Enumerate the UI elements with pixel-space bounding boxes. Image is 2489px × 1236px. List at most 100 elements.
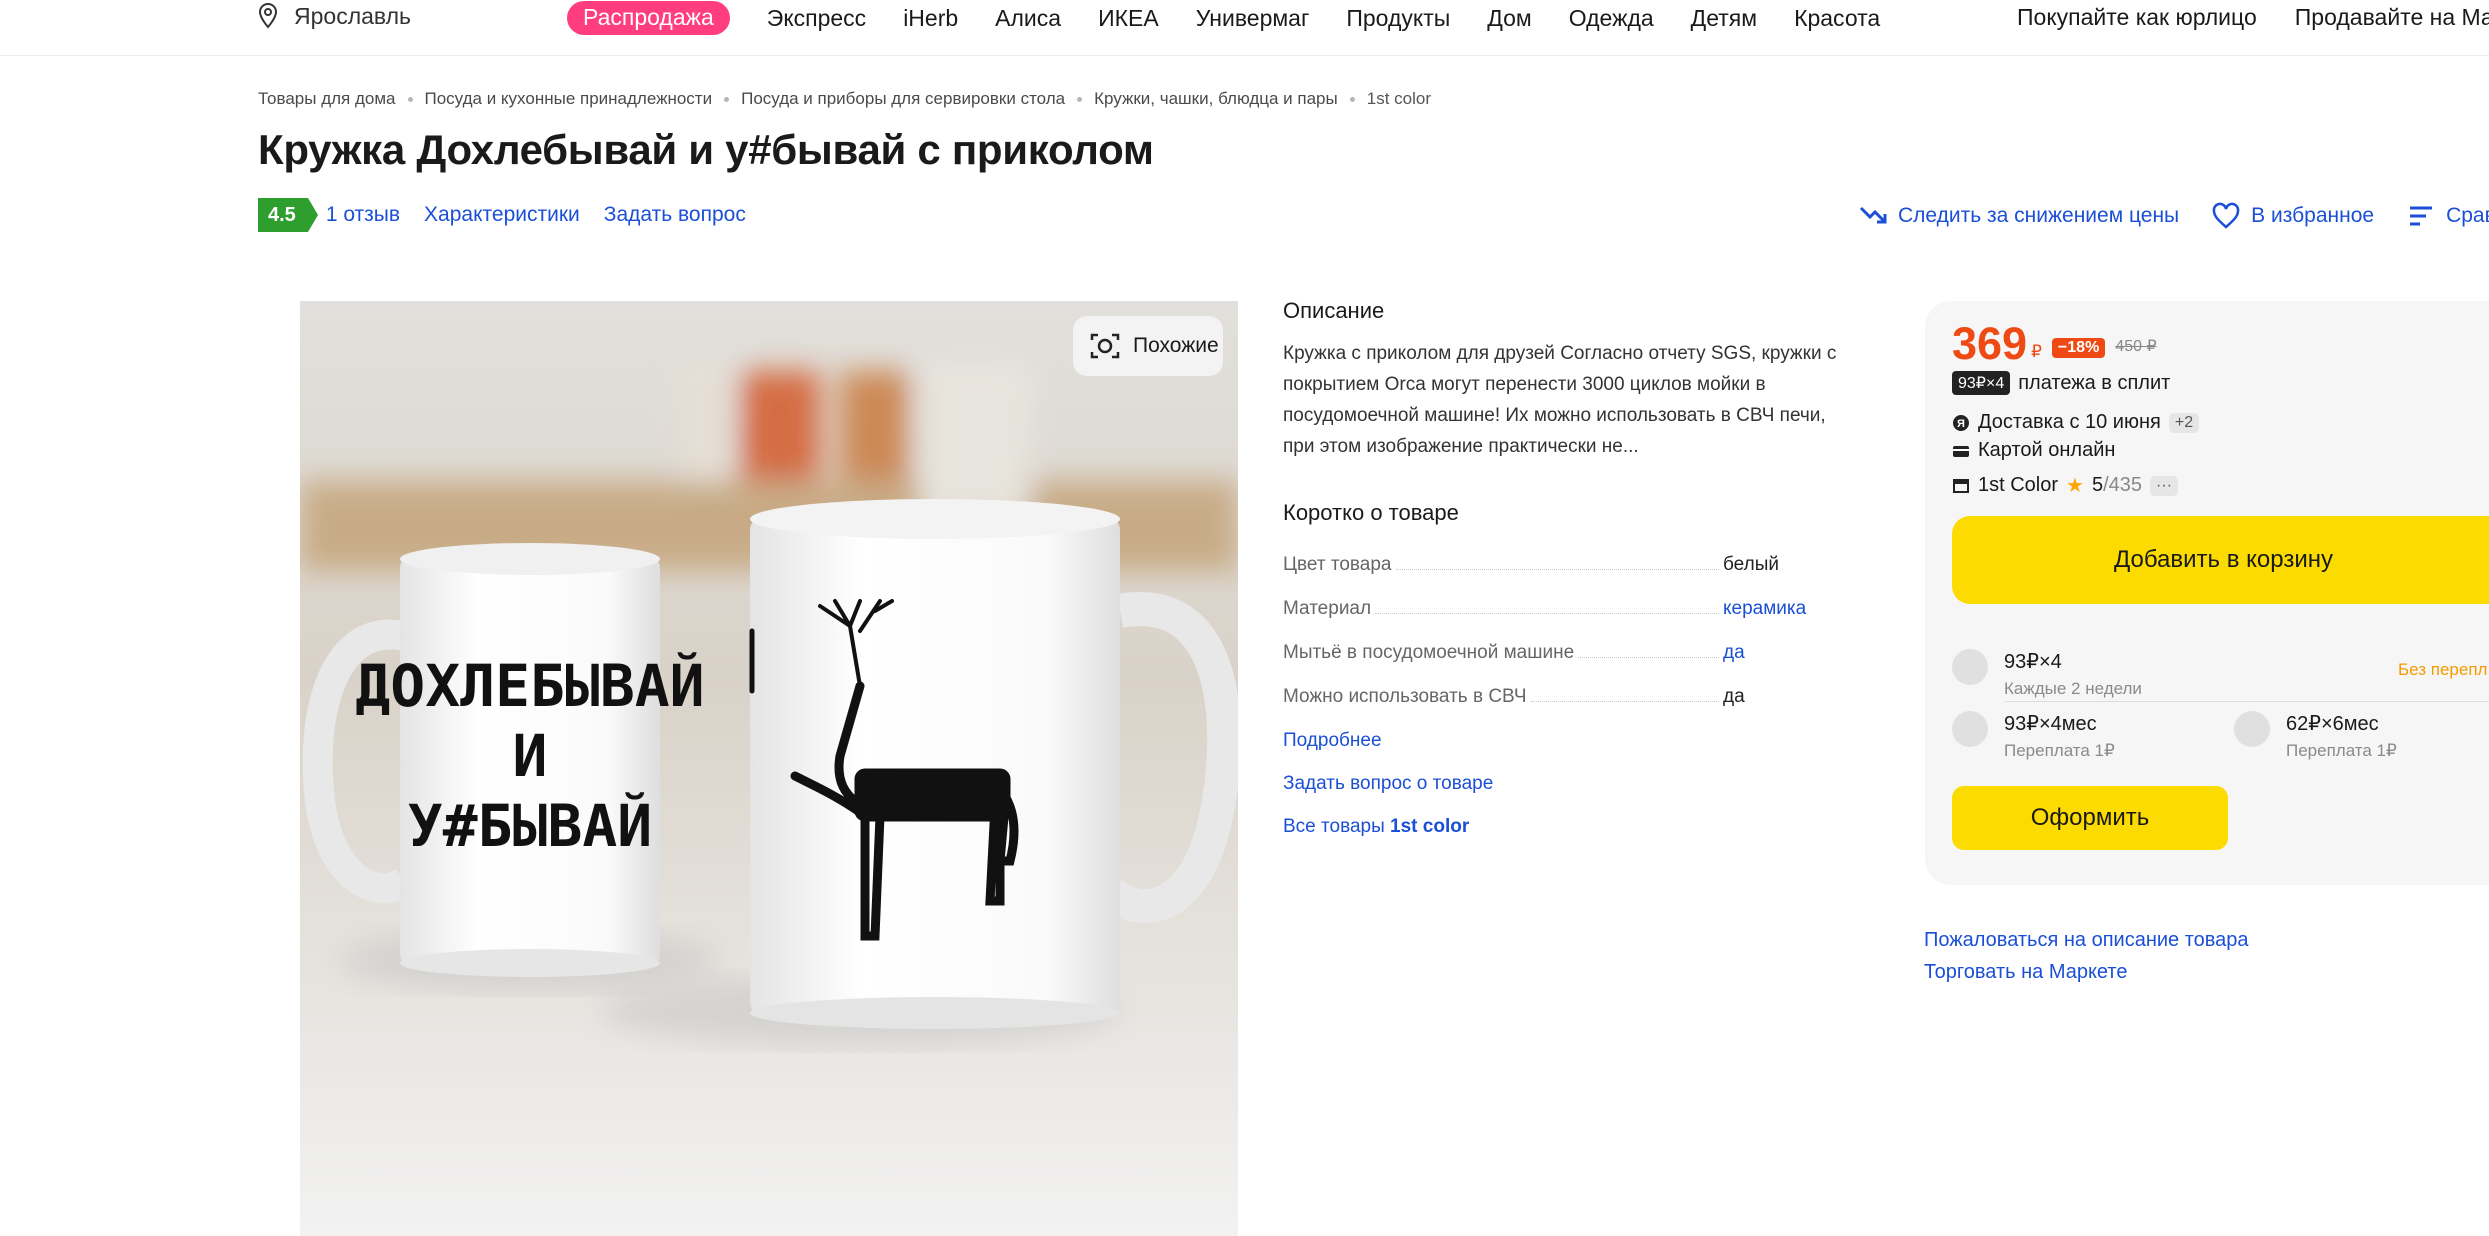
spec-leader xyxy=(1375,613,1719,614)
spec-leader xyxy=(1578,657,1719,658)
svg-text:Я: Я xyxy=(1957,418,1965,430)
no-overpayment-label: Без перепл xyxy=(2398,660,2488,679)
breadcrumb-item[interactable]: Посуда и приборы для сервировки стола xyxy=(741,89,1065,109)
nav-item-products[interactable]: Продукты xyxy=(1346,5,1450,32)
all-products-prefix: Все товары xyxy=(1283,816,1391,837)
similar-button[interactable]: Похожие xyxy=(1073,316,1223,376)
nav-item-home[interactable]: Дом xyxy=(1487,5,1531,32)
checkout-button[interactable]: Оформить xyxy=(1952,786,2228,850)
compare-icon xyxy=(2410,206,2433,226)
plan-subtitle: Переплата 1₽ xyxy=(2286,741,2397,760)
price-block: 369 ₽ −18% 450 ₽ xyxy=(1952,321,2157,366)
delivery-more-badge[interactable]: +2 xyxy=(2168,412,2200,433)
nav-item-beauty[interactable]: Красота xyxy=(1794,5,1880,32)
star-icon: ★ xyxy=(2066,475,2084,497)
specs-link[interactable]: Характеристики xyxy=(424,203,580,227)
reviews-link[interactable]: 1 отзыв xyxy=(326,203,400,227)
spec-key: Мытьё в посудомоечной машине xyxy=(1283,642,1579,664)
split-payment-info[interactable]: 93₽×4 платежа в сплит xyxy=(1952,371,2170,395)
mug-text-line-1: ДОХЛЕБЫВАЙ xyxy=(355,651,704,720)
split-plan-6-months[interactable]: 62₽×6мес Переплата 1₽ xyxy=(2234,711,2397,761)
nav-item-alice[interactable]: Алиса xyxy=(995,5,1061,32)
spec-leader xyxy=(1530,701,1719,702)
favorite-button[interactable]: В избранное xyxy=(2211,202,2374,230)
add-to-cart-button[interactable]: Добавить в корзину xyxy=(1952,516,2489,604)
plan-divider xyxy=(2005,701,2489,702)
location-selector[interactable]: Ярославль xyxy=(256,2,411,30)
plan-radio[interactable] xyxy=(1952,649,1988,685)
shop-review-count: /435 xyxy=(2103,474,2143,496)
breadcrumb-item[interactable]: Посуда и кухонные принадлежности xyxy=(425,89,713,109)
rating-badge[interactable]: 4.5 xyxy=(258,198,318,232)
yandex-logo-icon: Я xyxy=(1953,414,1969,431)
spec-value-link[interactable]: да xyxy=(1719,642,1823,664)
ask-question-link[interactable]: Задать вопрос xyxy=(604,203,746,227)
shop-name: 1st Color xyxy=(1978,474,2059,496)
nav-item-univermag[interactable]: Универмаг xyxy=(1196,5,1310,32)
description-section: Описание Кружка с приколом для друзей Со… xyxy=(1283,298,1843,462)
nav-right-links: Покупайте как юрлицо Продавайте на Мар xyxy=(2017,4,2489,31)
nav-item-ikea[interactable]: ИКЕА xyxy=(1098,5,1159,32)
spec-row-dishwasher: Мытьё в посудомоечной машине да xyxy=(1283,620,1823,664)
heart-icon xyxy=(2212,202,2240,229)
compare-label: Срав xyxy=(2446,204,2489,227)
split-plan-4-months[interactable]: 93₽×4мес Переплата 1₽ xyxy=(1952,711,2115,761)
bottom-links: Пожаловаться на описание товара Торговат… xyxy=(1924,924,2249,988)
breadcrumb-item[interactable]: 1st color xyxy=(1367,89,1431,109)
plan-subtitle: Переплата 1₽ xyxy=(2004,741,2115,760)
ask-about-product-link[interactable]: Задать вопрос о товаре xyxy=(1283,773,1823,816)
delivery-info[interactable]: Я Доставка с 10 июня +2 xyxy=(1952,411,2200,434)
spec-row-material: Материал керамика xyxy=(1283,576,1823,620)
nav-item-express[interactable]: Экспресс xyxy=(767,5,866,32)
similar-label: Похожие xyxy=(1133,334,1219,357)
sell-on-market-link[interactable]: Продавайте на Мар xyxy=(2295,4,2489,31)
shop-more-button[interactable]: ··· xyxy=(2150,475,2179,496)
breadcrumb-separator xyxy=(407,96,413,102)
plan-radio[interactable] xyxy=(2234,711,2270,747)
nav-item-clothes[interactable]: Одежда xyxy=(1569,5,1654,32)
product-gallery[interactable]: ДОХЛЕБЫВАЙ И У#БЫВАЙ Похожие xyxy=(300,301,1238,1236)
camera-scan-icon xyxy=(1090,333,1120,359)
trend-down-icon xyxy=(1859,206,1887,224)
price-watch-button[interactable]: Следить за снижением цены xyxy=(1858,202,2179,230)
all-brand-products-link[interactable]: Все товары 1st color xyxy=(1283,816,1823,859)
breadcrumb-item[interactable]: Кружки, чашки, блюдца и пары xyxy=(1094,89,1338,109)
product-actions: Следить за снижением цены В избранное Ср… xyxy=(1858,202,2489,230)
spec-value: белый xyxy=(1723,554,1779,575)
breadcrumb-item[interactable]: Товары для дома xyxy=(258,89,396,109)
mug-text-line-2: И xyxy=(513,722,548,790)
sell-on-market-bottom-link[interactable]: Торговать на Маркете xyxy=(1924,956,2249,988)
split-plan-biweekly[interactable]: 93₽×4 Каждые 2 недели xyxy=(1952,649,2142,699)
spec-key: Материал xyxy=(1283,598,1376,620)
spec-leader xyxy=(1395,569,1719,570)
shop-icon xyxy=(1953,478,1969,493)
description-heading: Описание xyxy=(1283,298,1385,323)
short-specs-heading: Коротко о товаре xyxy=(1283,500,1459,525)
breadcrumb-separator xyxy=(1349,96,1355,102)
plan-subtitle: Каждые 2 недели xyxy=(2004,679,2142,698)
nav-item-sale[interactable]: Распродажа xyxy=(567,1,730,35)
location-label: Ярославль xyxy=(294,2,411,29)
shop-info[interactable]: 1st Color ★ 5/435 ··· xyxy=(1952,473,2179,498)
description-text[interactable]: Кружка с приколом для друзей Согласно от… xyxy=(1283,338,1843,462)
more-details-link[interactable]: Подробнее xyxy=(1283,730,1823,773)
nav-item-iherb[interactable]: iHerb xyxy=(903,5,958,32)
price-currency: ₽ xyxy=(2031,342,2042,361)
plan-title: 93₽×4мес xyxy=(2004,713,2097,735)
plan-title: 93₽×4 xyxy=(2004,651,2062,673)
business-buy-link[interactable]: Покупайте как юрлицо xyxy=(2017,4,2257,31)
brand-name: 1st color xyxy=(1390,816,1470,837)
breadcrumb-separator xyxy=(1077,96,1083,102)
spec-value-link[interactable]: керамика xyxy=(1719,598,1823,620)
current-price: 369 xyxy=(1952,318,2028,369)
report-description-link[interactable]: Пожаловаться на описание товара xyxy=(1924,924,2249,956)
compare-button[interactable]: Срав xyxy=(2406,202,2489,230)
product-photo: ДОХЛЕБЫВАЙ И У#БЫВАЙ xyxy=(300,301,1238,1236)
plan-title: 62₽×6мес xyxy=(2286,713,2379,735)
nav-item-kids[interactable]: Детям xyxy=(1691,5,1757,32)
discount-badge: −18% xyxy=(2051,338,2106,358)
breadcrumb: Товары для дома Посуда и кухонные принад… xyxy=(258,89,1431,109)
spec-value: да xyxy=(1723,686,1745,707)
plan-radio[interactable] xyxy=(1952,711,1988,747)
product-meta: 4.5 1 отзыв Характеристики Задать вопрос xyxy=(258,198,770,232)
